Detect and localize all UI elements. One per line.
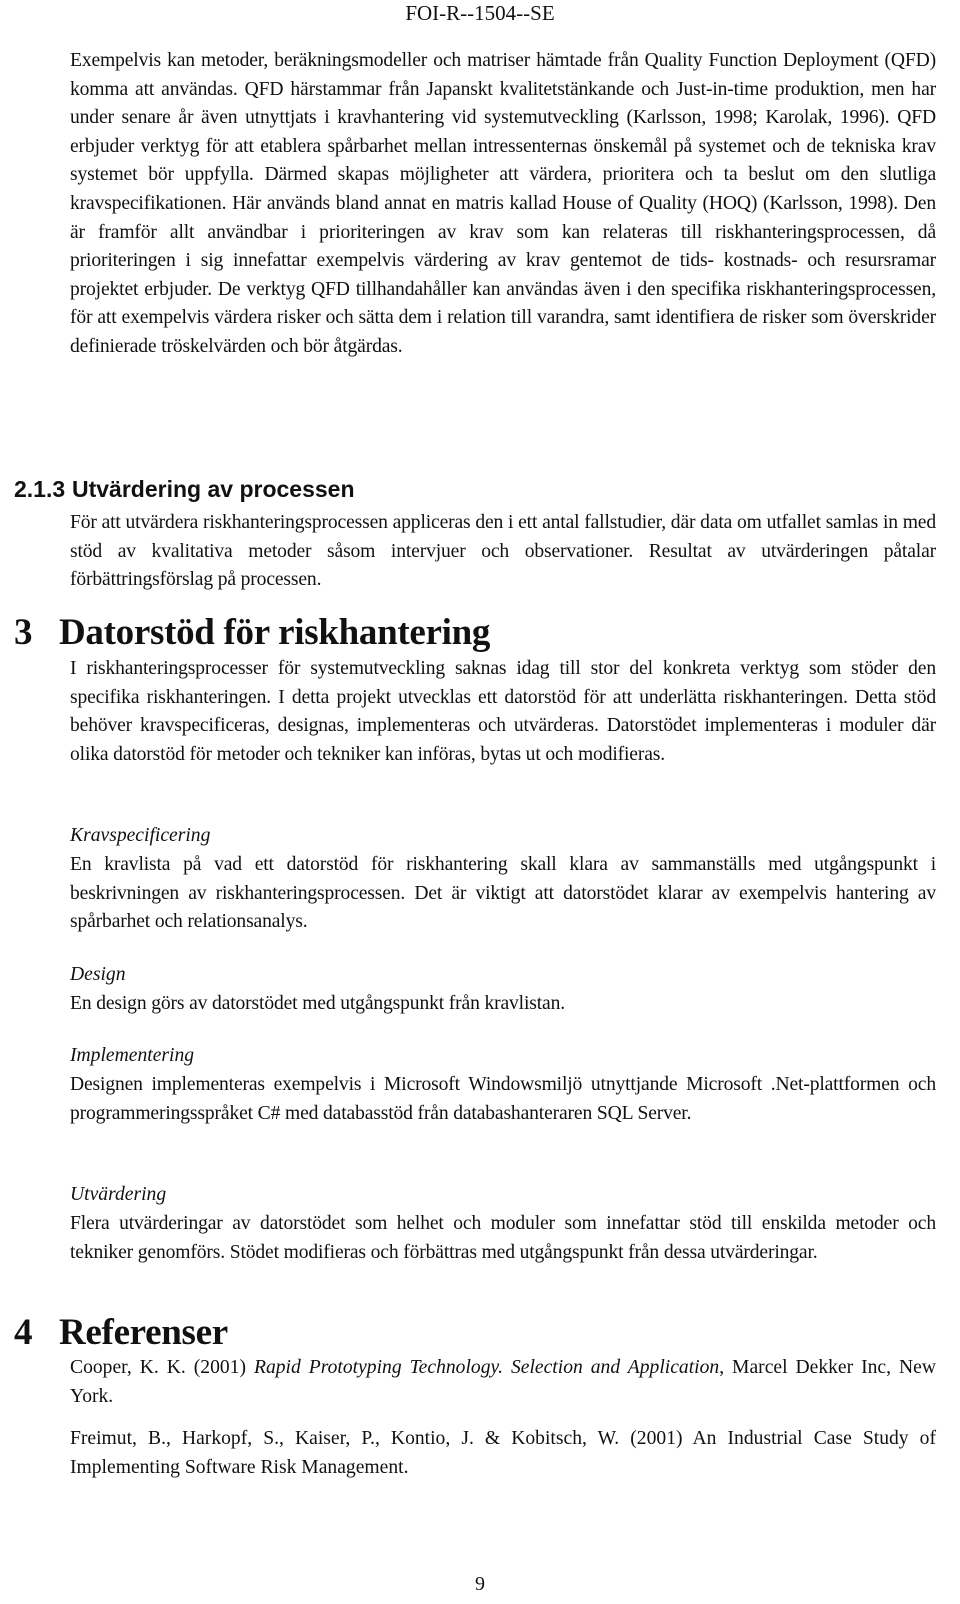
reference-item: Freimut, B., Harkopf, S., Kaiser, P., Ko… [70, 1425, 936, 1482]
subsection-text-utvardering: Flera utvärderingar av datorstödet som h… [70, 1213, 936, 1263]
subsection-text-kravspecificering: En kravlista på vad ett datorstöd för ri… [70, 854, 936, 933]
subsection-title-utvardering: Utvärdering [70, 1184, 167, 1205]
section-title: Referenser [59, 1312, 228, 1353]
subsection-text-design: En design görs av datorstödet med utgång… [70, 993, 565, 1014]
section-3-paragraph: I riskhanteringsprocesser för systemutve… [70, 658, 936, 765]
report-id-header: FOI-R--1504--SE [405, 1, 555, 25]
section-heading-4: 4 Referenser [14, 1312, 228, 1354]
reference-title: Rapid Prototyping Technology. Selection … [253, 1357, 720, 1378]
reference-text: Freimut, B., Harkopf, S., Kaiser, P., Ko… [70, 1428, 936, 1478]
section-number: 3 [14, 612, 33, 653]
reference-authors: Cooper, K. K. (2001) [70, 1357, 254, 1378]
page-number: 9 [475, 1573, 485, 1595]
section-number: 2.1.3 [14, 476, 66, 502]
section-title: Utvärdering av processen [72, 476, 355, 502]
section-heading-3: 3 Datorstöd för riskhantering [14, 612, 490, 654]
subsection-title-kravspecificering: Kravspecificering [70, 825, 211, 846]
reference-item: Cooper, K. K. (2001) Rapid Prototyping T… [70, 1354, 936, 1411]
subsection-title-design: Design [70, 964, 126, 985]
intro-paragraph: Exempelvis kan metoder, beräkningsmodell… [70, 50, 936, 357]
subsection-title-implementering: Implementering [70, 1045, 195, 1066]
section-number: 4 [14, 1312, 33, 1353]
section-heading-2-1-3: 2.1.3 Utvärdering av processen [14, 475, 355, 503]
subsection-text-implementering: Designen implementeras exempelvis i Micr… [70, 1074, 936, 1124]
section-title: Datorstöd för riskhantering [59, 612, 491, 653]
section-2-1-3-paragraph: För att utvärdera riskhanteringsprocesse… [70, 512, 936, 591]
